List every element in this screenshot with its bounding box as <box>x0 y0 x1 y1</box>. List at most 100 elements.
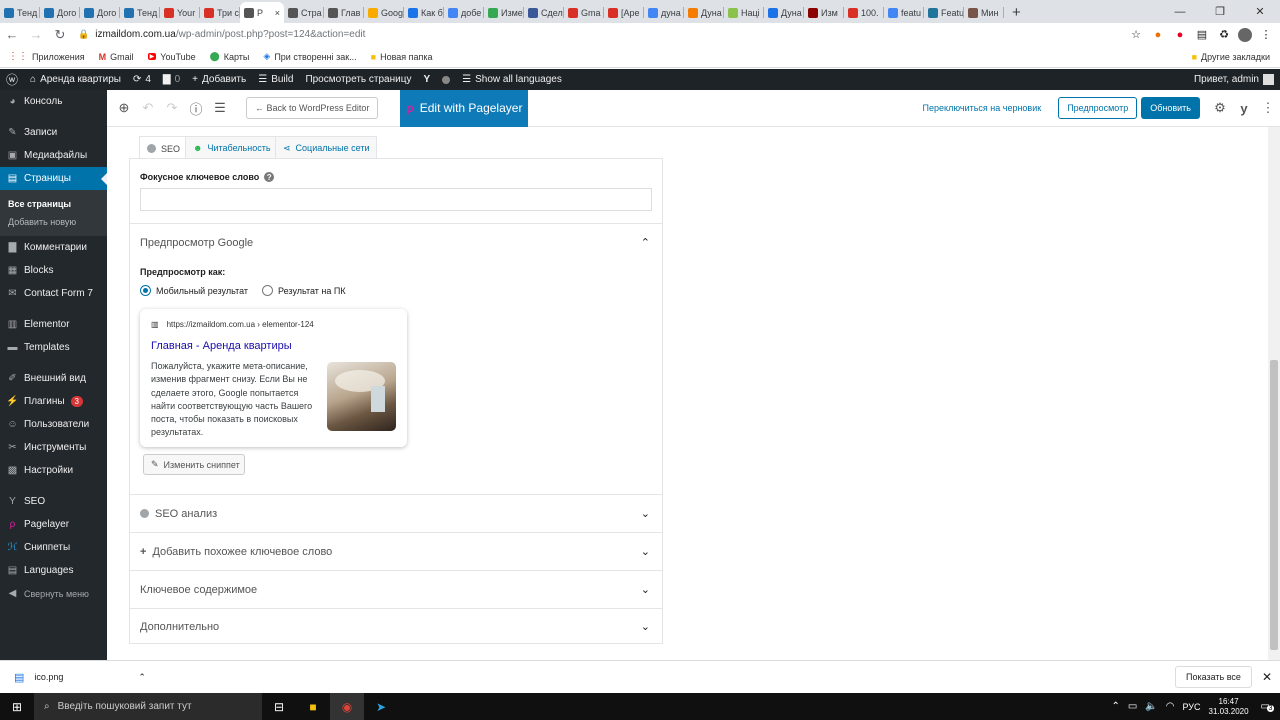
edit-snippet-button[interactable]: ✎ Изменить сниппет <box>143 454 245 475</box>
sidebar-item[interactable]: ◕ Консоль <box>0 90 107 113</box>
browser-tab[interactable]: Дуна <box>764 2 804 23</box>
language-indicator[interactable]: РУС <box>1182 702 1200 712</box>
close-tab-icon[interactable]: × <box>275 8 280 18</box>
snippet-title[interactable]: Главная - Аренда квартиры <box>151 340 292 352</box>
bookmark-folder[interactable]: ■ Новая папка <box>371 52 433 62</box>
maximize-button[interactable]: ❐ <box>1200 0 1240 23</box>
browser-tab[interactable]: 100. <box>844 2 884 23</box>
show-all-downloads-button[interactable]: Показать все <box>1174 666 1252 688</box>
more-options-icon[interactable]: ⋮ <box>1256 100 1280 116</box>
back-to-editor-button[interactable]: ← Back to WordPress Editor <box>246 97 379 119</box>
bookmark-maps[interactable]: ⬤ Карты <box>210 51 250 62</box>
outline-icon[interactable]: ☰ <box>208 100 232 116</box>
sidebar-item[interactable]: ▥ Elementor <box>0 313 107 336</box>
profile-avatar[interactable] <box>1238 27 1252 42</box>
add-block-icon[interactable]: ⊕ <box>112 100 136 116</box>
download-item[interactable]: ico.png <box>34 672 124 682</box>
sidebar-item[interactable]: Y SEO <box>0 490 107 513</box>
browser-tab[interactable]: Глав <box>324 2 364 23</box>
browser-tab[interactable]: Дого <box>40 2 80 23</box>
related-keyword-section[interactable]: + Добавить похожее ключевое слово ⌄ <box>130 532 662 570</box>
settings-gear-icon[interactable]: ⚙ <box>1208 100 1232 116</box>
windows-start-icon[interactable]: ⊞ <box>0 693 34 720</box>
menu-dots-icon[interactable]: ⋮ <box>1258 27 1274 43</box>
extension-recycle-icon[interactable]: ♻ <box>1216 27 1232 43</box>
scrollbar-thumb[interactable] <box>1270 360 1278 650</box>
minimize-button[interactable]: — <box>1160 0 1200 23</box>
browser-tab[interactable]: Изм <box>804 2 844 23</box>
browser-tab[interactable]: Your <box>160 2 200 23</box>
browser-tab[interactable]: [Аре <box>604 2 644 23</box>
telegram-icon[interactable]: ➤ <box>364 693 398 720</box>
new-tab-button[interactable]: + <box>1004 2 1029 23</box>
sidebar-item[interactable]: ▤ Страницы <box>0 167 107 190</box>
volume-icon[interactable]: 🔈 <box>1145 701 1157 712</box>
close-window-button[interactable]: ✕ <box>1240 0 1280 23</box>
sidebar-item[interactable]: ✉ Contact Form 7 <box>0 282 107 305</box>
collapse-menu-button[interactable]: ◀ Свернуть меню <box>0 582 107 605</box>
sidebar-item[interactable]: ▤ Languages <box>0 559 107 582</box>
tray-chevron-icon[interactable]: ⌃ <box>1111 701 1119 712</box>
browser-tab[interactable]: Сдел <box>524 2 564 23</box>
address-bar[interactable]: 🔒 izmaildom.com.ua/wp-admin/post.php?pos… <box>78 25 1128 44</box>
browser-tab[interactable]: Goog <box>364 2 404 23</box>
seo-analysis-section[interactable]: SEO анализ ⌄ <box>130 494 662 532</box>
browser-tab[interactable]: Дуна <box>684 2 724 23</box>
browser-tab[interactable]: Как б <box>404 2 444 23</box>
edit-with-pagelayer-button[interactable]: ρ Edit with Pagelayer <box>400 89 529 127</box>
radio-mobile[interactable]: Мобильный результат <box>140 285 248 296</box>
tab-readability[interactable]: ☻ Читабельность <box>185 136 279 159</box>
switch-to-draft-link[interactable]: Переключиться на черновик <box>923 103 1042 113</box>
browser-tab[interactable]: дуна <box>644 2 684 23</box>
advanced-section[interactable]: Дополнительно ⌄ <box>130 608 662 644</box>
updates[interactable]: ⟳ 4 <box>133 74 151 85</box>
preview-button[interactable]: Предпросмотр <box>1058 97 1138 119</box>
radio-desktop[interactable]: Результат на ПК <box>262 285 346 296</box>
browser-tab[interactable]: featu <box>884 2 924 23</box>
comments[interactable]: ▇ 0 <box>163 74 180 85</box>
help-icon[interactable]: ? <box>264 172 275 182</box>
browser-tab[interactable]: Изме <box>484 2 524 23</box>
browser-tab[interactable]: Gma <box>564 2 604 23</box>
pinterest-icon[interactable]: ● <box>1172 27 1188 43</box>
extension-doc-icon[interactable]: ▤ <box>1194 27 1210 43</box>
sidebar-item[interactable]: ▣ Медиафайлы <box>0 144 107 167</box>
taskbar-search-input[interactable]: ⌕ Введіть пошуковий запит тут <box>34 693 262 720</box>
update-button[interactable]: Обновить <box>1141 97 1200 119</box>
browser-tab[interactable]: добе <box>444 2 484 23</box>
sidebar-item[interactable]: ρ Pagelayer <box>0 513 107 536</box>
forward-icon[interactable]: → <box>24 27 48 42</box>
tab-seo[interactable]: SEO <box>139 136 189 160</box>
undo-icon[interactable]: ↶ <box>136 100 160 116</box>
submenu-item[interactable]: Все страницы <box>0 195 107 213</box>
browser-tab[interactable]: Три с <box>200 2 240 23</box>
sidebar-item[interactable]: ▩ Настройки <box>0 459 107 482</box>
notifications-button[interactable]: ▭ 3 <box>1261 701 1275 712</box>
wordpress-logo-icon[interactable]: ⓦ <box>6 71 18 88</box>
tab-social[interactable]: ⋖ Социальные сети <box>275 136 378 159</box>
yoast-icon[interactable]: y <box>1232 101 1256 116</box>
browser-tab[interactable]: Featu <box>924 2 964 23</box>
sidebar-item[interactable]: ☺ Пользователи <box>0 413 107 436</box>
sidebar-item[interactable]: ▇ Комментарии <box>0 236 107 259</box>
bookmark-apps[interactable]: ⋮⋮ Приложения <box>8 51 85 62</box>
chrome-icon[interactable]: ◉ <box>330 693 364 720</box>
browser-tab[interactable]: Мин <box>964 2 1004 23</box>
cornerstone-section[interactable]: Ключевое содержимое ⌄ <box>130 570 662 608</box>
chevron-up-icon[interactable]: ⌃ <box>138 672 146 683</box>
sidebar-item[interactable]: ℋ Сниппеты <box>0 536 107 559</box>
build[interactable]: ☰ Build <box>258 74 293 85</box>
browser-tab[interactable]: Наці <box>724 2 764 23</box>
browser-tab[interactable]: Стра <box>284 2 324 23</box>
sidebar-item[interactable]: ✎ Записи <box>0 121 107 144</box>
task-view-icon[interactable]: ⊟ <box>262 693 296 720</box>
user-greeting[interactable]: Привет, admin <box>1194 74 1274 85</box>
file-explorer-icon[interactable]: ■ <box>296 693 330 720</box>
bookmark-youtube[interactable]: ▶ YouTube <box>147 52 196 62</box>
extension-icon[interactable]: ● <box>1150 27 1166 43</box>
focus-keyword-input[interactable] <box>140 188 652 211</box>
sidebar-item[interactable]: ⚡ Плагины 3 <box>0 390 107 413</box>
site-name[interactable]: ⌂ Аренда квартиры <box>30 74 121 85</box>
view-page[interactable]: Просмотреть страницу <box>305 74 411 85</box>
close-icon[interactable]: ✕ <box>1262 670 1272 684</box>
